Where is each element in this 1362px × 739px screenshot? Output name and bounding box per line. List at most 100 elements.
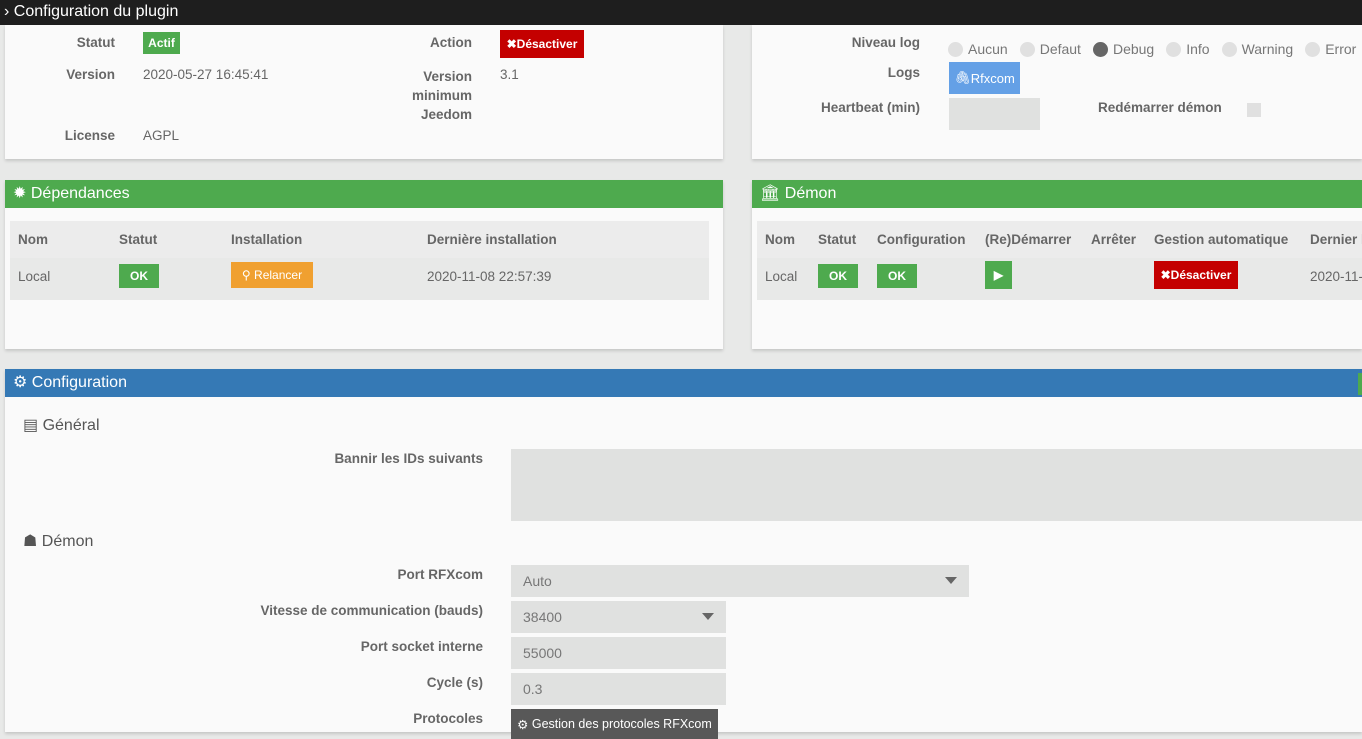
status-badge: OK bbox=[119, 264, 159, 288]
table-row: Local OK ⚲ Relancer 2020-11-08 22:57:39 bbox=[10, 258, 709, 300]
deactivate-plugin-button[interactable]: ✖ Désactiver bbox=[500, 30, 584, 58]
label-line: Jeedom bbox=[420, 107, 472, 122]
cycle-input[interactable]: 0.3 bbox=[511, 673, 726, 705]
column-header: Statut bbox=[119, 232, 158, 247]
button-label: Gestion des protocoles RFXcom bbox=[531, 717, 712, 731]
button-label: Désactiver bbox=[516, 37, 578, 51]
ban-ids-textarea[interactable] bbox=[511, 449, 1362, 521]
radio-circle[interactable] bbox=[1019, 42, 1035, 57]
heartbeat-input[interactable] bbox=[949, 98, 1040, 130]
daemon-header: 🏛 Démon bbox=[752, 180, 1362, 208]
port-select[interactable]: Auto bbox=[511, 565, 969, 597]
caret-down-icon bbox=[702, 613, 714, 620]
action-label: Action bbox=[430, 35, 472, 50]
daemon-panel: 🏛 Démon Nom Statut Configuration (Re)Dém… bbox=[752, 180, 1362, 349]
start-daemon-button[interactable]: ▶ bbox=[985, 261, 1012, 289]
column-header: Configuration bbox=[877, 232, 966, 247]
status-badge: Actif bbox=[143, 32, 180, 54]
restart-daemon-checkbox[interactable] bbox=[1247, 103, 1261, 117]
radio-label: Warning bbox=[1241, 41, 1294, 57]
daemon-name: Local bbox=[765, 269, 798, 284]
configuration-badge: OK bbox=[877, 264, 917, 288]
log-level-radio-group: Aucun Defaut Debug Info Warning Error bbox=[948, 41, 1362, 57]
relaunch-install-button[interactable]: ⚲ Relancer bbox=[231, 262, 313, 288]
protocols-label: Protocoles bbox=[413, 711, 483, 726]
label-line: minimum bbox=[411, 88, 472, 103]
radio-label: Debug bbox=[1112, 41, 1155, 57]
radio-circle[interactable] bbox=[948, 42, 963, 57]
bank-icon: 🏛 bbox=[760, 185, 781, 202]
socket-port-input[interactable]: 55000 bbox=[511, 637, 726, 669]
column-header: Arrêter bbox=[1091, 232, 1137, 247]
column-header: Statut bbox=[818, 232, 857, 247]
gears-icon: ⚙ bbox=[13, 374, 28, 391]
section-title: Général bbox=[42, 417, 100, 434]
label-line: Version bbox=[423, 69, 472, 84]
radio-label: Info bbox=[1186, 41, 1210, 57]
plugin-config-title-bar[interactable]: › Configuration du plugin bbox=[0, 0, 1362, 25]
radio-label: Defaut bbox=[1039, 41, 1081, 57]
license-label: License bbox=[64, 128, 115, 143]
panel-title: Démon bbox=[784, 185, 837, 202]
column-header: (Re)Démarrer bbox=[985, 232, 1072, 247]
column-header: Installation bbox=[231, 232, 303, 247]
button-label: Relancer bbox=[254, 268, 303, 282]
section-title: Démon bbox=[41, 533, 94, 550]
radio-label: Error bbox=[1325, 41, 1357, 57]
manage-protocols-button[interactable]: ⚙ Gestion des protocoles RFXcom bbox=[511, 709, 718, 739]
radio-label: Aucun bbox=[968, 41, 1008, 57]
log-level-label: Niveau log bbox=[851, 35, 920, 50]
column-header: Dernière installation bbox=[427, 232, 557, 247]
baud-label: Vitesse de communication (bauds) bbox=[260, 603, 483, 618]
configuration-header: ⚙ Configuration bbox=[5, 369, 1362, 397]
save-button-edge[interactable] bbox=[1358, 373, 1362, 395]
radio-circle[interactable] bbox=[1166, 42, 1182, 57]
dependencies-panel: ✹ Dépendances Nom Statut Installation De… bbox=[5, 180, 723, 349]
dependencies-table: Nom Statut Installation Dernière install… bbox=[10, 221, 709, 300]
table-row: Local OK OK ▶ ✖ Désactiver 2020-11- bbox=[757, 258, 1362, 300]
selected-value: 38400 bbox=[523, 609, 562, 625]
panel-title: Configuration bbox=[31, 374, 127, 391]
page-title: Configuration du plugin bbox=[13, 3, 179, 20]
min-version-value: 3.1 bbox=[500, 67, 519, 82]
gear-icon: ✹ bbox=[13, 185, 27, 202]
daemon-section-title: ☗ Démon bbox=[23, 531, 93, 551]
socket-port-label: Port socket interne bbox=[360, 639, 483, 654]
min-version-label: Version minimum Jeedom bbox=[345, 67, 472, 124]
column-header: Nom bbox=[18, 232, 48, 247]
button-label: Désactiver bbox=[1170, 268, 1232, 282]
log-level-radio-info[interactable]: Info bbox=[1166, 41, 1221, 57]
heartbeat-label: Heartbeat (min) bbox=[820, 100, 920, 115]
status-badge: OK bbox=[818, 264, 858, 288]
log-level-radio-debug[interactable]: Debug bbox=[1092, 41, 1166, 57]
version-value: 2020-05-27 16:45:41 bbox=[143, 67, 269, 82]
radio-circle[interactable] bbox=[1092, 42, 1108, 57]
dep-name: Local bbox=[18, 269, 51, 284]
close-icon: ✖ bbox=[506, 37, 517, 51]
logs-label: Logs bbox=[887, 65, 920, 80]
chevron-right-icon: › bbox=[4, 3, 14, 20]
dependencies-header: ✹ Dépendances bbox=[5, 180, 723, 208]
configuration-panel: ⚙ Configuration ▤ Général Bannir les IDs… bbox=[5, 369, 1362, 739]
last-launch-date: 2020-11- bbox=[1310, 269, 1362, 284]
radio-circle[interactable] bbox=[1221, 42, 1237, 57]
radio-circle[interactable] bbox=[1305, 42, 1321, 57]
log-level-radio-warning[interactable]: Warning bbox=[1221, 41, 1306, 57]
column-header: Dernier l bbox=[1310, 232, 1362, 247]
disable-auto-management-button[interactable]: ✖ Désactiver bbox=[1154, 261, 1238, 289]
bicycle-icon: ⚲ bbox=[241, 268, 255, 282]
log-level-radio-defaut[interactable]: Defaut bbox=[1019, 41, 1093, 57]
plugin-info-panel: Statut Actif Version 2020-05-27 16:45:41… bbox=[5, 25, 723, 159]
panel-title: Dépendances bbox=[30, 185, 130, 202]
column-header: Gestion automatique bbox=[1154, 232, 1289, 247]
caret-down-icon bbox=[945, 577, 957, 584]
paperclip-icon: 🖇 bbox=[954, 70, 971, 85]
log-rfxcom-button[interactable]: 🖇 Rfxcom bbox=[949, 62, 1020, 94]
port-label: Port RFXcom bbox=[397, 567, 483, 582]
log-level-radio-aucun[interactable]: Aucun bbox=[948, 41, 1020, 57]
baud-select[interactable]: 38400 bbox=[511, 601, 726, 633]
close-icon: ✖ bbox=[1160, 268, 1171, 282]
log-panel: Niveau log Aucun Defaut Debug Info Warning Er… bbox=[752, 25, 1362, 159]
general-section-title: ▤ Général bbox=[23, 415, 100, 435]
log-level-radio-error[interactable]: Error bbox=[1305, 41, 1362, 57]
